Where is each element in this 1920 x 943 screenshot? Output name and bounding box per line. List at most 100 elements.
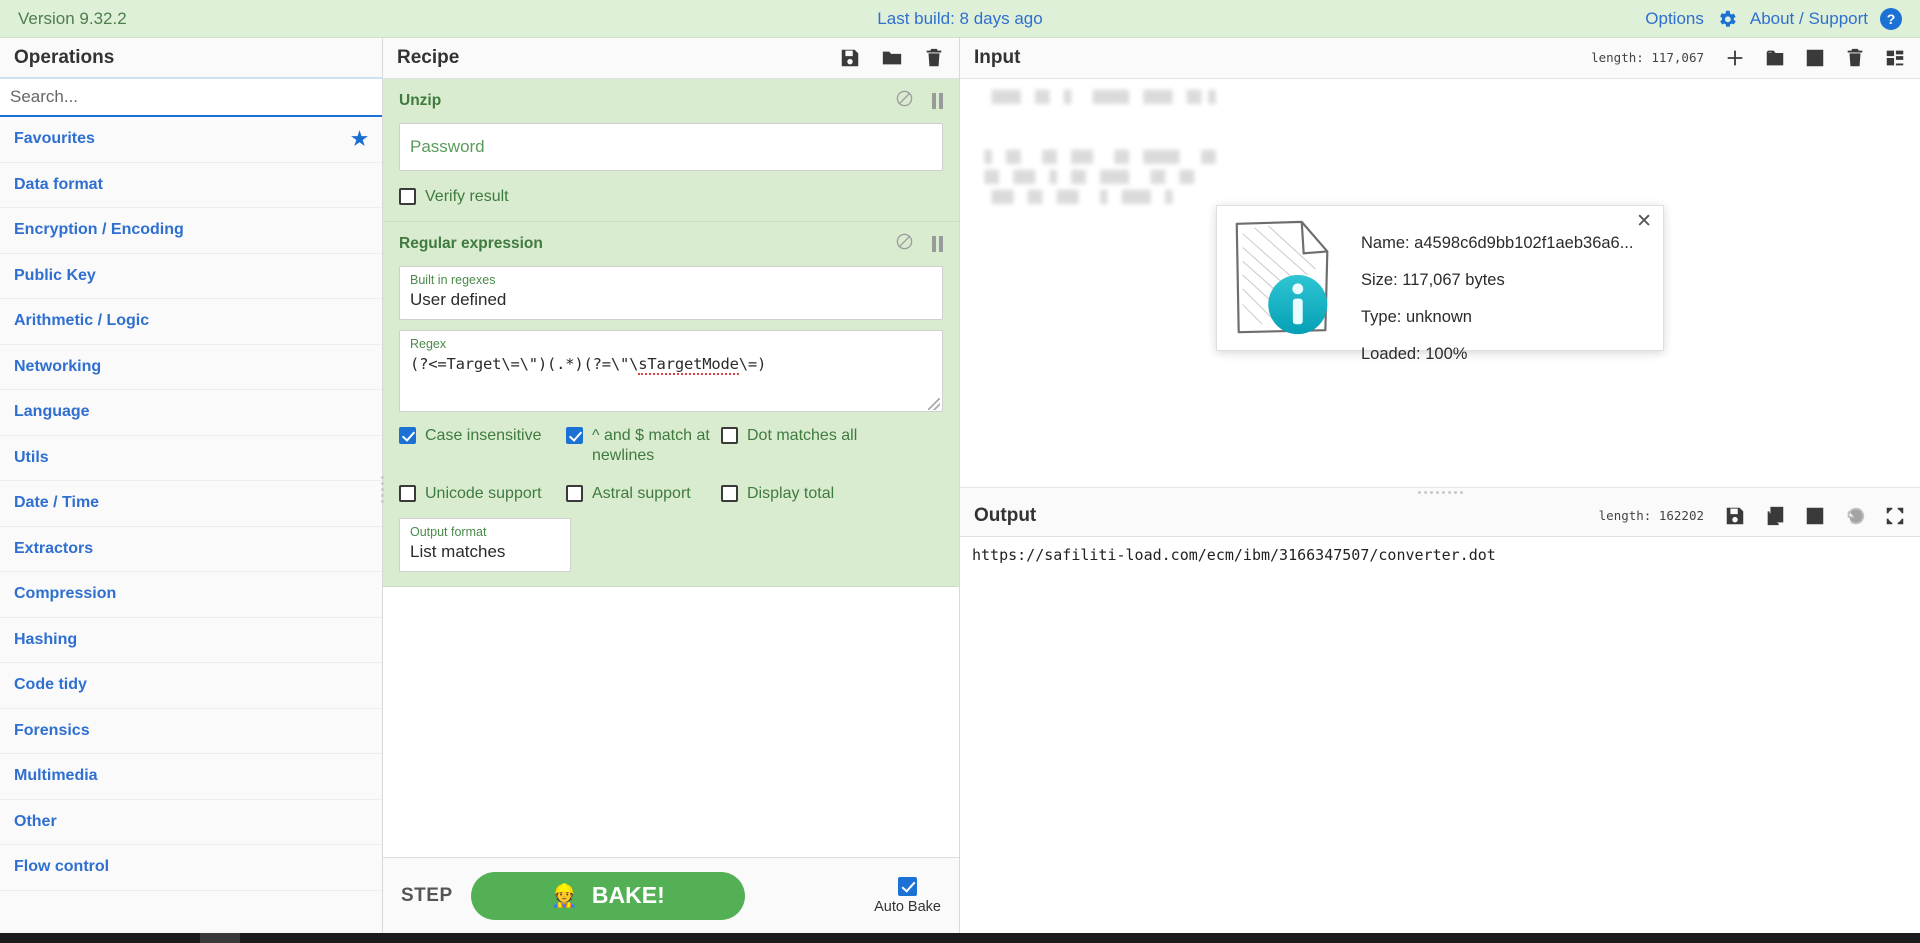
sidebar-item-multimedia[interactable]: Multimedia	[0, 754, 382, 800]
trash-icon[interactable]	[923, 47, 945, 69]
recipe-panel: Recipe Unzip Password Verify result Regu…	[383, 38, 960, 933]
sidebar-item-date-time[interactable]: Date / Time	[0, 481, 382, 527]
sidebar-item-compression[interactable]: Compression	[0, 572, 382, 618]
sidebar-item-favourites[interactable]: Favourites ★	[0, 117, 382, 163]
input-title: Input	[974, 47, 1021, 68]
breakpoint-pause-icon[interactable]	[932, 236, 943, 252]
sidebar-item-label: Encryption / Encoding	[14, 221, 184, 239]
sidebar-item-data-format[interactable]: Data format	[0, 162, 382, 208]
recipe-controls: STEP 👷 BAKE! Auto Bake	[383, 857, 959, 933]
regex-value: (?<=Target\=\")(.*)(?=\"\sTargetMode\=)	[410, 355, 767, 375]
checkbox-box	[399, 485, 416, 502]
gear-icon[interactable]	[1716, 8, 1738, 30]
sidebar-item-label: Public Key	[14, 266, 96, 284]
operations-panel: Operations Favourites ★ Data format Encr…	[0, 38, 386, 933]
sidebar-item-encryption-encoding[interactable]: Encryption / Encoding	[0, 208, 382, 254]
sidebar-item-language[interactable]: Language	[0, 390, 382, 436]
disable-icon[interactable]	[895, 232, 914, 256]
sidebar-item-label: Code tidy	[14, 676, 87, 694]
save-icon[interactable]	[839, 47, 861, 69]
unzip-verify-result-checkbox[interactable]: Verify result	[399, 187, 509, 207]
auto-bake-label: Auto Bake	[874, 898, 941, 915]
checkbox-box	[399, 427, 416, 444]
sidebar-item-label: Language	[14, 403, 90, 421]
grid-layout-icon[interactable]	[1884, 47, 1906, 69]
sidebar-item-label: Networking	[14, 357, 102, 375]
sidebar-item-label: Utils	[14, 448, 49, 466]
recipe-operation-list: Unzip Password Verify result Regular exp…	[383, 79, 959, 857]
checkbox-label: Astral support	[592, 485, 691, 502]
regex-display-total-checkbox[interactable]: Display total	[721, 484, 876, 504]
recipe-op-regular-expression[interactable]: Regular expression Built in regexes User…	[383, 222, 959, 587]
unzip-password-field[interactable]: Password	[399, 123, 943, 171]
open-folder-icon[interactable]	[1764, 47, 1786, 69]
import-arrow-icon[interactable]	[1804, 47, 1826, 69]
last-build-label: Last build: 8 days ago	[0, 9, 1920, 29]
file-name: Name: a4598c6d9bb102f1aeb36a6...	[1361, 234, 1634, 252]
checkbox-box	[721, 485, 738, 502]
builtin-regexes-select[interactable]: Built in regexes User defined	[399, 266, 943, 320]
sidebar-item-label: Forensics	[14, 721, 90, 739]
recipe-op-title: Unzip	[399, 92, 442, 109]
sidebar-item-label: Data format	[14, 175, 103, 193]
step-button[interactable]: STEP	[401, 885, 453, 907]
output-pane[interactable]: https://safiliti-load.com/ecm/ibm/316634…	[960, 537, 1920, 933]
auto-bake-checkbox[interactable]: Auto Bake	[874, 876, 941, 915]
trash-icon[interactable]	[1844, 47, 1866, 69]
sidebar-item-label: Date / Time	[14, 494, 100, 512]
checkbox-box	[399, 188, 416, 205]
disable-icon[interactable]	[895, 89, 914, 113]
sidebar-item-code-tidy[interactable]: Code tidy	[0, 663, 382, 709]
question-circle-icon[interactable]: ?	[1880, 7, 1902, 30]
output-format-value: List matches	[410, 542, 506, 561]
sidebar-item-utils[interactable]: Utils	[0, 435, 382, 481]
plus-icon[interactable]	[1724, 47, 1746, 69]
input-output-splitter[interactable]	[960, 487, 1920, 496]
recipe-title: Recipe	[397, 47, 460, 68]
bake-button[interactable]: 👷 BAKE!	[470, 871, 745, 920]
copy-icon[interactable]	[1764, 505, 1786, 527]
output-format-label: Output format	[410, 525, 487, 539]
regex-dot-matches-all-checkbox[interactable]: Dot matches all	[721, 426, 876, 466]
file-type: Type: unknown	[1361, 308, 1472, 326]
regex-output-format-select[interactable]: Output format List matches	[399, 518, 571, 572]
sidebar-item-public-key[interactable]: Public Key	[0, 253, 382, 299]
regex-astral-support-checkbox[interactable]: Astral support	[566, 484, 721, 504]
sidebar-item-forensics[interactable]: Forensics	[0, 708, 382, 754]
sidebar-item-other[interactable]: Other	[0, 799, 382, 845]
regex-case-insensitive-checkbox[interactable]: Case insensitive	[399, 426, 566, 466]
regex-unicode-support-checkbox[interactable]: Unicode support	[399, 484, 566, 504]
operations-recipe-splitter[interactable]	[378, 474, 386, 504]
resize-handle-icon[interactable]	[928, 398, 940, 410]
last-build-link[interactable]: Last build: 8 days ago	[877, 9, 1042, 28]
checkbox-box	[566, 427, 583, 444]
sidebar-item-hashing[interactable]: Hashing	[0, 617, 382, 663]
regex-multiline-checkbox[interactable]: ^ and $ match at newlines	[566, 426, 721, 466]
operations-category-list: Favourites ★ Data format Encryption / En…	[0, 117, 382, 933]
sidebar-item-label: Compression	[14, 585, 117, 603]
checkbox-label: Dot matches all	[747, 427, 858, 444]
taskbar-item[interactable]	[200, 933, 240, 943]
about-support-button[interactable]: About / Support	[1750, 9, 1868, 29]
version-label: Version 9.32.2	[18, 8, 127, 28]
close-icon[interactable]: ✕	[1636, 212, 1652, 231]
breakpoint-pause-icon[interactable]	[932, 93, 943, 109]
sidebar-item-label: Extractors	[14, 539, 94, 557]
options-button[interactable]: Options	[1645, 9, 1704, 29]
sidebar-item-label: Hashing	[14, 630, 78, 648]
input-pane[interactable]: ████ ██ █ █████ ████ ██ █ █ ██ ██ ███ ██…	[960, 79, 1920, 487]
sidebar-item-label: Other	[14, 812, 57, 830]
regex-textarea[interactable]: Regex (?<=Target\=\")(.*)(?=\"\sTargetMo…	[399, 330, 943, 412]
input-header: Input length: 117,067	[960, 38, 1920, 79]
maximise-icon[interactable]	[1884, 505, 1906, 527]
sidebar-item-extractors[interactable]: Extractors	[0, 526, 382, 572]
folder-icon[interactable]	[881, 47, 903, 69]
search-input[interactable]	[0, 79, 382, 117]
checkbox-label: Display total	[747, 485, 835, 502]
sidebar-item-flow-control[interactable]: Flow control	[0, 845, 382, 891]
replace-input-icon[interactable]	[1804, 505, 1826, 527]
recipe-op-unzip[interactable]: Unzip Password Verify result	[383, 79, 959, 222]
save-icon[interactable]	[1724, 505, 1746, 527]
sidebar-item-arithmetic-logic[interactable]: Arithmetic / Logic	[0, 299, 382, 345]
sidebar-item-networking[interactable]: Networking	[0, 344, 382, 390]
